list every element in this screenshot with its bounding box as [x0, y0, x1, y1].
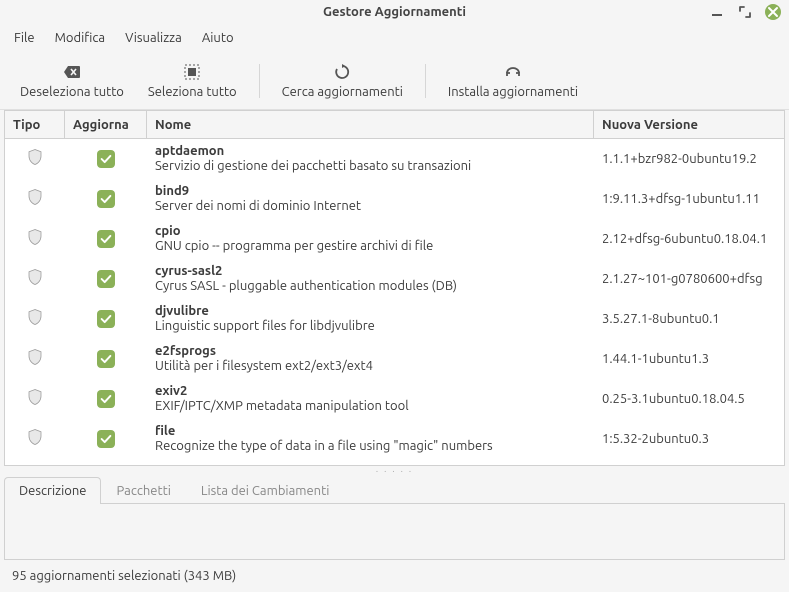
- package-name: bind9: [155, 184, 586, 198]
- package-cell: exiv2EXIF/IPTC/XMP metadata manipulation…: [147, 380, 594, 417]
- column-header-aggiorna[interactable]: Aggiorna: [65, 111, 147, 138]
- menu-aiuto[interactable]: Aiuto: [194, 28, 242, 48]
- tab-descrizione[interactable]: Descrizione: [4, 477, 101, 504]
- select-all-button[interactable]: Seleziona tutto: [136, 55, 249, 107]
- toolbar: Deseleziona tutto Seleziona tutto Cerca …: [0, 52, 789, 110]
- package-name: exiv2: [155, 384, 586, 398]
- update-checkbox[interactable]: [65, 386, 147, 412]
- table-row[interactable]: exiv2EXIF/IPTC/XMP metadata manipulation…: [5, 379, 784, 419]
- table-row[interactable]: fileRecognize the type of data in a file…: [5, 419, 784, 459]
- statusbar: 95 aggiornamenti selezionati (343 MB): [0, 560, 789, 592]
- package-name: aptdaemon: [155, 144, 586, 158]
- table-row[interactable]: e2fsprogsUtilità per i filesystem ext2/e…: [5, 339, 784, 379]
- package-name: cpio: [155, 224, 586, 238]
- table-row[interactable]: djvulibreLinguistic support files for li…: [5, 299, 784, 339]
- package-description: Cyrus SASL - pluggable authentication mo…: [155, 279, 586, 293]
- shield-icon: [5, 384, 65, 413]
- package-description: GNU cpio -- programma per gestire archiv…: [155, 239, 586, 253]
- shield-icon: [5, 344, 65, 373]
- close-button[interactable]: [765, 4, 781, 20]
- package-version: 1.44.1-1ubuntu1.3: [594, 348, 784, 370]
- package-cell: cpioGNU cpio -- programma per gestire ar…: [147, 220, 594, 257]
- shield-icon: [5, 424, 65, 453]
- menu-file[interactable]: File: [6, 28, 43, 48]
- select-all-label: Seleziona tutto: [148, 85, 237, 99]
- menu-modifica[interactable]: Modifica: [47, 28, 113, 48]
- table-row[interactable]: aptdaemonServizio di gestione dei pacche…: [5, 139, 784, 179]
- install-icon: [504, 63, 522, 81]
- refresh-label: Cerca aggiornamenti: [282, 85, 403, 99]
- minimize-button[interactable]: [709, 4, 725, 20]
- table-row[interactable]: bind9Server dei nomi di dominio Internet…: [5, 179, 784, 219]
- package-version: 3.5.27.1-8ubuntu0.1: [594, 308, 784, 330]
- update-checkbox[interactable]: [65, 226, 147, 252]
- package-description: Utilità per i filesystem ext2/ext3/ext4: [155, 359, 586, 373]
- update-checkbox[interactable]: [65, 426, 147, 452]
- package-version: 2.12+dfsg-6ubuntu0.18.04.1: [594, 228, 784, 250]
- package-version: 1:5.32-2ubuntu0.3: [594, 428, 784, 450]
- package-description: Servizio di gestione dei pacchetti basat…: [155, 159, 586, 173]
- package-cell: bind9Server dei nomi di dominio Internet: [147, 180, 594, 217]
- titlebar: Gestore Aggiornamenti: [0, 0, 789, 24]
- column-header-versione[interactable]: Nuova Versione: [594, 111, 784, 138]
- tab-pacchetti[interactable]: Pacchetti: [101, 477, 185, 504]
- column-header-tipo[interactable]: Tipo: [5, 111, 65, 138]
- resize-grip[interactable]: · · · · ·: [0, 466, 789, 476]
- maximize-button[interactable]: [737, 4, 753, 20]
- deselect-all-label: Deseleziona tutto: [20, 85, 124, 99]
- toolbar-separator: [259, 64, 260, 98]
- package-cell: djvulibreLinguistic support files for li…: [147, 300, 594, 337]
- package-cell: aptdaemonServizio di gestione dei pacche…: [147, 140, 594, 177]
- update-checkbox[interactable]: [65, 346, 147, 372]
- window-title: Gestore Aggiornamenti: [323, 5, 466, 19]
- refresh-button[interactable]: Cerca aggiornamenti: [270, 55, 415, 107]
- deselect-all-button[interactable]: Deseleziona tutto: [8, 55, 136, 107]
- package-version: 1.1.1+bzr982-0ubuntu19.2: [594, 148, 784, 170]
- package-cell: fileRecognize the type of data in a file…: [147, 420, 594, 457]
- refresh-icon: [334, 63, 350, 81]
- package-name: cyrus-sasl2: [155, 264, 586, 278]
- shield-icon: [5, 224, 65, 253]
- update-checkbox[interactable]: [65, 146, 147, 172]
- package-cell: cyrus-sasl2Cyrus SASL - pluggable authen…: [147, 260, 594, 297]
- package-version: 1:9.11.3+dfsg-1ubuntu1.11: [594, 188, 784, 210]
- menu-visualizza[interactable]: Visualizza: [117, 28, 190, 48]
- updates-table: Tipo Aggiorna Nome Nuova Versione aptdae…: [4, 110, 785, 466]
- table-row[interactable]: cpioGNU cpio -- programma per gestire ar…: [5, 219, 784, 259]
- package-name: djvulibre: [155, 304, 586, 318]
- update-checkbox[interactable]: [65, 266, 147, 292]
- menubar: File Modifica Visualizza Aiuto: [0, 24, 789, 52]
- package-version: 0.25-3.1ubuntu0.18.04.5: [594, 388, 784, 410]
- install-button[interactable]: Installa aggiornamenti: [436, 55, 590, 107]
- package-name: file: [155, 424, 586, 438]
- shield-icon: [5, 144, 65, 173]
- select-all-icon: [184, 63, 200, 81]
- package-version: 2.1.27~101-g0780600+dfsg: [594, 268, 784, 290]
- package-description: Server dei nomi di dominio Internet: [155, 199, 586, 213]
- detail-tabs: Descrizione Pacchetti Lista dei Cambiame…: [4, 476, 785, 504]
- package-name: e2fsprogs: [155, 344, 586, 358]
- shield-icon: [5, 264, 65, 293]
- package-description: EXIF/IPTC/XMP metadata manipulation tool: [155, 399, 586, 413]
- table-row[interactable]: cyrus-sasl2Cyrus SASL - pluggable authen…: [5, 259, 784, 299]
- detail-panel: [4, 504, 785, 560]
- package-description: Linguistic support files for libdjvulibr…: [155, 319, 586, 333]
- install-label: Installa aggiornamenti: [448, 85, 578, 99]
- column-header-nome[interactable]: Nome: [147, 111, 594, 138]
- status-text: 95 aggiornamenti selezionati (343 MB): [12, 569, 236, 583]
- shield-icon: [5, 184, 65, 213]
- tab-cambiamenti[interactable]: Lista dei Cambiamenti: [186, 477, 345, 504]
- shield-icon: [5, 304, 65, 333]
- update-checkbox[interactable]: [65, 186, 147, 212]
- clear-icon: [63, 63, 81, 81]
- package-cell: e2fsprogsUtilità per i filesystem ext2/e…: [147, 340, 594, 377]
- package-description: Recognize the type of data in a file usi…: [155, 439, 586, 453]
- update-checkbox[interactable]: [65, 306, 147, 332]
- toolbar-separator: [425, 64, 426, 98]
